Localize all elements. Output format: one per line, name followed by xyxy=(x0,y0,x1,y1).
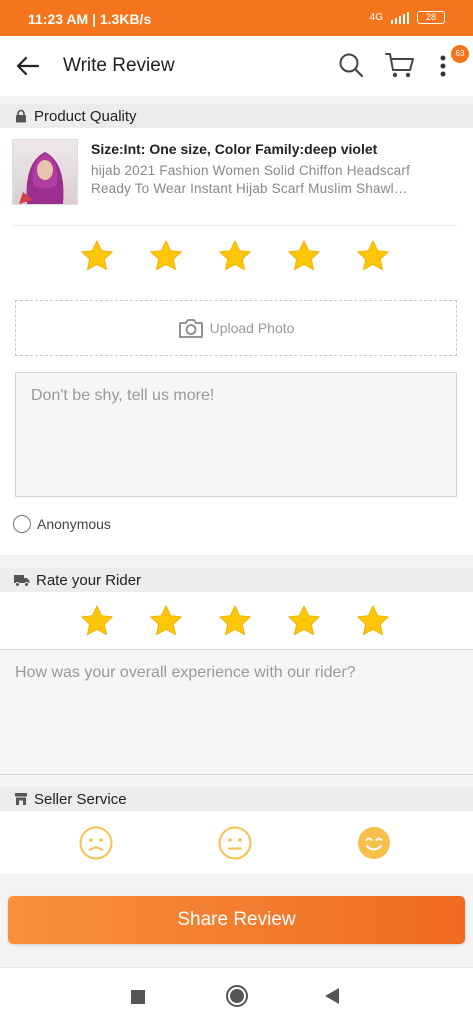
star-icon[interactable] xyxy=(356,604,390,638)
cart-icon[interactable] xyxy=(384,50,416,80)
star-icon[interactable] xyxy=(218,239,252,273)
rider-heading-label: Rate your Rider xyxy=(36,571,142,589)
home-icon[interactable] xyxy=(226,985,248,1007)
product-name: hijab 2021 Fashion Women Solid Chiffon H… xyxy=(91,163,411,196)
share-review-button[interactable]: Share Review xyxy=(8,896,465,944)
star-icon[interactable] xyxy=(80,239,114,273)
seller-heading: Seller Service xyxy=(0,787,473,811)
camera-icon xyxy=(178,319,203,338)
star-icon[interactable] xyxy=(287,239,321,273)
star-icon[interactable] xyxy=(287,604,321,638)
seller-heading-label: Seller Service xyxy=(34,790,127,808)
more-options-icon[interactable] xyxy=(436,53,450,79)
review-text-input[interactable]: Don't be shy, tell us more! xyxy=(15,372,457,497)
product-variant: Size:Int: One size, Color Family:deep vi… xyxy=(91,141,378,157)
rider-panel: How was your overall experience with our… xyxy=(0,592,473,775)
anonymous-label: Anonymous xyxy=(37,516,111,532)
product-quality-label: Product Quality xyxy=(34,107,137,125)
star-icon[interactable] xyxy=(80,604,114,638)
star-icon[interactable] xyxy=(356,239,390,273)
neutral-face-icon[interactable] xyxy=(218,826,252,860)
recent-apps-icon[interactable] xyxy=(131,990,145,1004)
anonymous-radio[interactable] xyxy=(13,515,31,533)
lock-icon xyxy=(16,109,26,123)
anonymous-option[interactable]: Anonymous xyxy=(13,515,111,533)
product-quality-heading: Product Quality xyxy=(0,104,473,128)
product-image xyxy=(12,139,78,205)
signal-icon xyxy=(391,11,409,24)
system-nav-bar xyxy=(0,967,473,1024)
back-icon[interactable] xyxy=(325,988,339,1004)
upload-photo-button[interactable]: Upload Photo xyxy=(15,300,457,356)
store-icon xyxy=(15,793,27,805)
page-title: Write Review xyxy=(63,55,175,76)
truck-icon xyxy=(14,574,30,587)
upload-photo-label: Upload Photo xyxy=(209,320,295,336)
sad-face-icon[interactable] xyxy=(79,826,113,860)
divider xyxy=(12,225,457,226)
seller-panel xyxy=(0,811,473,874)
star-icon[interactable] xyxy=(149,239,183,273)
rider-feedback-input[interactable]: How was your overall experience with our… xyxy=(0,649,473,775)
product-quality-panel: Size:Int: One size, Color Family:deep vi… xyxy=(0,128,473,555)
status-time: 11:23 AM | 1.3KB/s xyxy=(28,11,152,27)
app-header: Write Review 63 xyxy=(0,36,473,96)
back-arrow-icon[interactable] xyxy=(14,52,42,80)
network-type: 4G xyxy=(369,12,383,23)
star-icon[interactable] xyxy=(218,604,252,638)
product-rating-stars xyxy=(80,239,390,273)
status-icons: 4G 28 xyxy=(370,11,445,24)
star-icon[interactable] xyxy=(149,604,183,638)
happy-face-icon[interactable] xyxy=(357,826,391,860)
notification-badge: 63 xyxy=(451,45,469,63)
battery-icon: 28 xyxy=(417,11,445,24)
status-bar: 11:23 AM | 1.3KB/s 4G 28 xyxy=(0,0,473,36)
rider-heading: Rate your Rider xyxy=(0,568,473,592)
rider-rating-stars xyxy=(80,604,390,638)
search-icon[interactable] xyxy=(337,51,365,79)
